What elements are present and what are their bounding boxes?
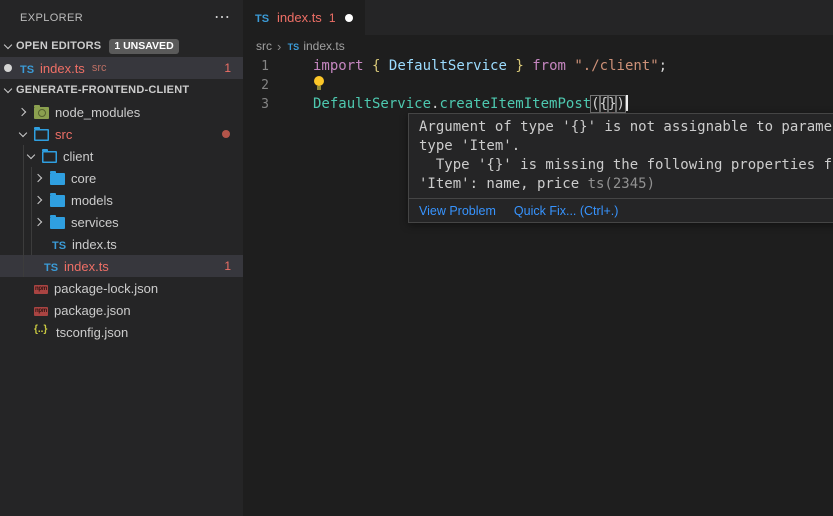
error-count-badge: 1: [224, 259, 231, 273]
chevron-down-icon: [12, 123, 34, 145]
tree-item-src-index-ts[interactable]: index.ts 1: [0, 255, 243, 277]
tree-item-label: index.ts: [72, 237, 117, 252]
indent-spacer: [12, 299, 34, 321]
error-message-line: type 'Item'.: [419, 137, 833, 156]
view-problem-link[interactable]: View Problem: [419, 204, 496, 218]
tree-item-label: client: [63, 149, 93, 164]
error-message-line: 'Item': name, price ts(2345): [419, 175, 833, 194]
tree-item-core[interactable]: core: [0, 167, 243, 189]
line-number: 1: [243, 57, 313, 76]
breadcrumb: src index.ts: [243, 35, 833, 57]
line-number: 2: [243, 76, 313, 95]
indent-guide: [31, 167, 32, 255]
tree-item-client[interactable]: client: [0, 145, 243, 167]
quick-fix-link[interactable]: Quick Fix... (Ctrl+.): [514, 204, 619, 218]
node-modules-folder-icon: [34, 107, 49, 119]
tree-item-label: core: [71, 171, 96, 186]
folder-icon: [50, 217, 65, 229]
modified-dot-icon: [4, 64, 12, 72]
code-area[interactable]: 1 import { DefaultService } from "./clie…: [243, 57, 833, 114]
tab-index-ts[interactable]: index.ts 1: [243, 0, 365, 35]
error-message: Argument of type '{}' is not assignable …: [409, 114, 833, 198]
tree-item-label: tsconfig.json: [56, 325, 128, 340]
tree-item-label: services: [71, 215, 119, 230]
explorer-title: EXPLORER: [20, 12, 83, 24]
open-editor-file-name: index.ts: [40, 61, 85, 76]
explorer-sidebar: EXPLORER OPEN EDITORS 1 UNSAVED index.ts…: [0, 0, 243, 516]
chevron-down-icon: [0, 35, 16, 57]
indent-spacer: [12, 277, 34, 299]
code-line: 2: [243, 76, 833, 95]
code-line-content: DefaultService.createItemItemPost({}): [313, 95, 628, 114]
tree-item-src[interactable]: src: [0, 123, 243, 145]
open-editors-label: OPEN EDITORS: [16, 40, 101, 52]
code-line-content: import { DefaultService } from "./client…: [313, 57, 667, 76]
typescript-icon: [50, 237, 68, 252]
workspace-section-header[interactable]: GENERATE-FRONTEND-CLIENT: [0, 79, 243, 101]
tree-item-label: node_modules: [55, 105, 140, 120]
typescript-icon: [286, 39, 300, 53]
error-count-badge: 1: [224, 61, 231, 75]
problems-dot-icon: [222, 130, 230, 138]
tab-bar: index.ts 1: [243, 0, 833, 35]
open-editors-header[interactable]: OPEN EDITORS 1 UNSAVED: [0, 35, 243, 57]
more-actions-icon[interactable]: [213, 10, 231, 26]
tree-item-client-index-ts[interactable]: index.ts: [0, 233, 243, 255]
error-message-line: Argument of type '{}' is not assignable …: [419, 118, 833, 137]
unsaved-badge: 1 UNSAVED: [109, 39, 178, 54]
tree-item-label: src: [55, 127, 72, 142]
tree-item-package-lock-json[interactable]: package-lock.json: [0, 277, 243, 299]
indent-spacer: [12, 321, 34, 343]
breadcrumb-folder[interactable]: src: [256, 39, 272, 53]
tree-item-models[interactable]: models: [0, 189, 243, 211]
code-line-content: [313, 76, 326, 95]
npm-icon: [34, 307, 48, 316]
code-line: 1 import { DefaultService } from "./clie…: [243, 57, 833, 76]
tab-label: index.ts: [277, 10, 322, 25]
editor-area: index.ts 1 src index.ts 1 import { Defau…: [243, 0, 833, 516]
chevron-right-icon: [12, 101, 34, 123]
open-folder-icon: [42, 151, 57, 163]
tree-item-node-modules[interactable]: node_modules: [0, 101, 243, 123]
modified-dot-icon[interactable]: [345, 14, 353, 22]
typescript-icon: [42, 259, 60, 274]
tree-item-label: package.json: [54, 303, 131, 318]
tree-item-services[interactable]: services: [0, 211, 243, 233]
open-editor-item-index-ts[interactable]: index.ts src 1: [0, 57, 243, 79]
indent-guide: [23, 145, 24, 277]
open-folder-icon: [34, 129, 49, 141]
chevron-down-icon: [0, 79, 16, 101]
line-number: 3: [243, 95, 313, 114]
npm-icon: [34, 285, 48, 294]
tree-item-package-json[interactable]: package.json: [0, 299, 243, 321]
breadcrumb-file[interactable]: index.ts: [303, 39, 344, 53]
error-tooltip: Argument of type '{}' is not assignable …: [408, 113, 833, 223]
tree-item-label: index.ts: [64, 259, 109, 274]
folder-icon: [50, 195, 65, 207]
tab-error-count: 1: [329, 11, 336, 25]
json-icon: [34, 326, 50, 338]
code-line: 3 DefaultService.createItemItemPost({}): [243, 95, 833, 114]
explorer-header: EXPLORER: [0, 0, 243, 35]
chevron-right-icon: [277, 39, 281, 54]
typescript-icon: [18, 61, 36, 76]
tree-item-label: package-lock.json: [54, 281, 158, 296]
tooltip-actions: View Problem Quick Fix... (Ctrl+.): [409, 198, 833, 222]
tree-item-label: models: [71, 193, 113, 208]
tree-item-tsconfig-json[interactable]: tsconfig.json: [0, 321, 243, 343]
workspace-name: GENERATE-FRONTEND-CLIENT: [16, 84, 189, 96]
folder-icon: [50, 173, 65, 185]
open-editor-file-path: src: [92, 62, 107, 74]
typescript-icon: [253, 9, 271, 27]
error-message-line: Type '{}' is missing the following prope…: [419, 156, 833, 175]
vscode-window: EXPLORER OPEN EDITORS 1 UNSAVED index.ts…: [0, 0, 833, 516]
lightbulb-icon[interactable]: [313, 76, 326, 92]
